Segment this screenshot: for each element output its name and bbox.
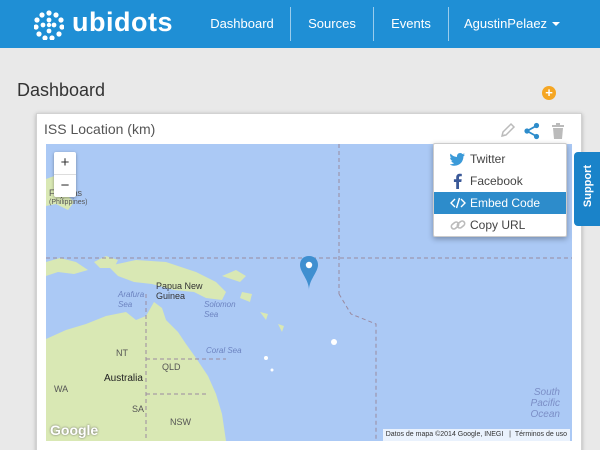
share-copy-url[interactable]: Copy URL [434,214,566,236]
zoom-out-button[interactable]: − [54,175,76,197]
facebook-icon [453,173,462,189]
logo-dots-icon [34,10,64,40]
zoom-in-button[interactable]: + [54,152,76,174]
label-nt: NT [116,348,128,358]
nav-divider [448,7,449,41]
page-title: Dashboard [17,80,106,100]
nav-dashboard[interactable]: Dashboard [200,0,284,48]
pencil-icon[interactable] [499,122,517,140]
nav-sources[interactable]: Sources [298,0,366,48]
link-icon [450,220,466,230]
nav-events[interactable]: Events [380,0,442,48]
google-logo: Google [50,422,99,438]
label-coral: Coral Sea [206,346,242,355]
user-name: AgustinPelaez [463,16,548,31]
ubidots-logo[interactable]: ubidots [34,7,174,40]
label-sa: SA [132,404,145,414]
terms-link[interactable]: Términos de uso [515,431,567,438]
label-arafura: Arafura Sea [118,290,145,309]
label-south-pacific: South Pacific Ocean [530,387,560,420]
label-qld: QLD [162,362,181,372]
label-australia: Australia [104,373,143,384]
user-menu[interactable]: AgustinPelaez [456,0,568,48]
code-icon [450,197,466,209]
top-navbar: ubidots Dashboard Sources Events Agustin… [0,0,600,48]
twitter-icon [450,153,465,166]
share-dropdown: Twitter Facebook Embed Code Copy URL [433,143,567,237]
attribution-text: Datos de mapa ©2014 Google, INEGI [385,431,504,438]
label-philippines: (Philippines) [49,199,88,206]
plus-icon: + [545,85,553,100]
share-facebook-label: Facebook [470,174,523,188]
nav-divider [290,7,291,41]
share-copy-url-label: Copy URL [470,218,526,232]
share-icon[interactable] [523,122,541,140]
map-attribution: Datos de mapa ©2014 Google, INEGI | Térm… [382,429,570,441]
chevron-down-icon [552,22,561,26]
label-papua: Papua New Guinea [156,281,203,301]
share-facebook[interactable]: Facebook [434,170,566,192]
nav-divider [373,7,374,41]
logo-text: ubidots [72,7,173,37]
add-widget-button[interactable]: + [542,86,556,100]
label-nsw: NSW [170,417,191,427]
label-solomon: Solomon Sea [204,300,236,319]
zoom-control: + − [54,152,76,197]
share-embed-code[interactable]: Embed Code [434,192,566,214]
trash-icon[interactable] [549,122,567,140]
widget-title: ISS Location (km) [44,121,156,137]
support-label: Support [582,164,594,208]
support-tab[interactable]: Support [574,152,600,226]
share-twitter[interactable]: Twitter [434,148,566,170]
label-wa: WA [54,384,69,394]
map-marker-icon[interactable] [300,256,318,290]
share-twitter-label: Twitter [470,152,506,166]
share-embed-label: Embed Code [470,196,541,210]
